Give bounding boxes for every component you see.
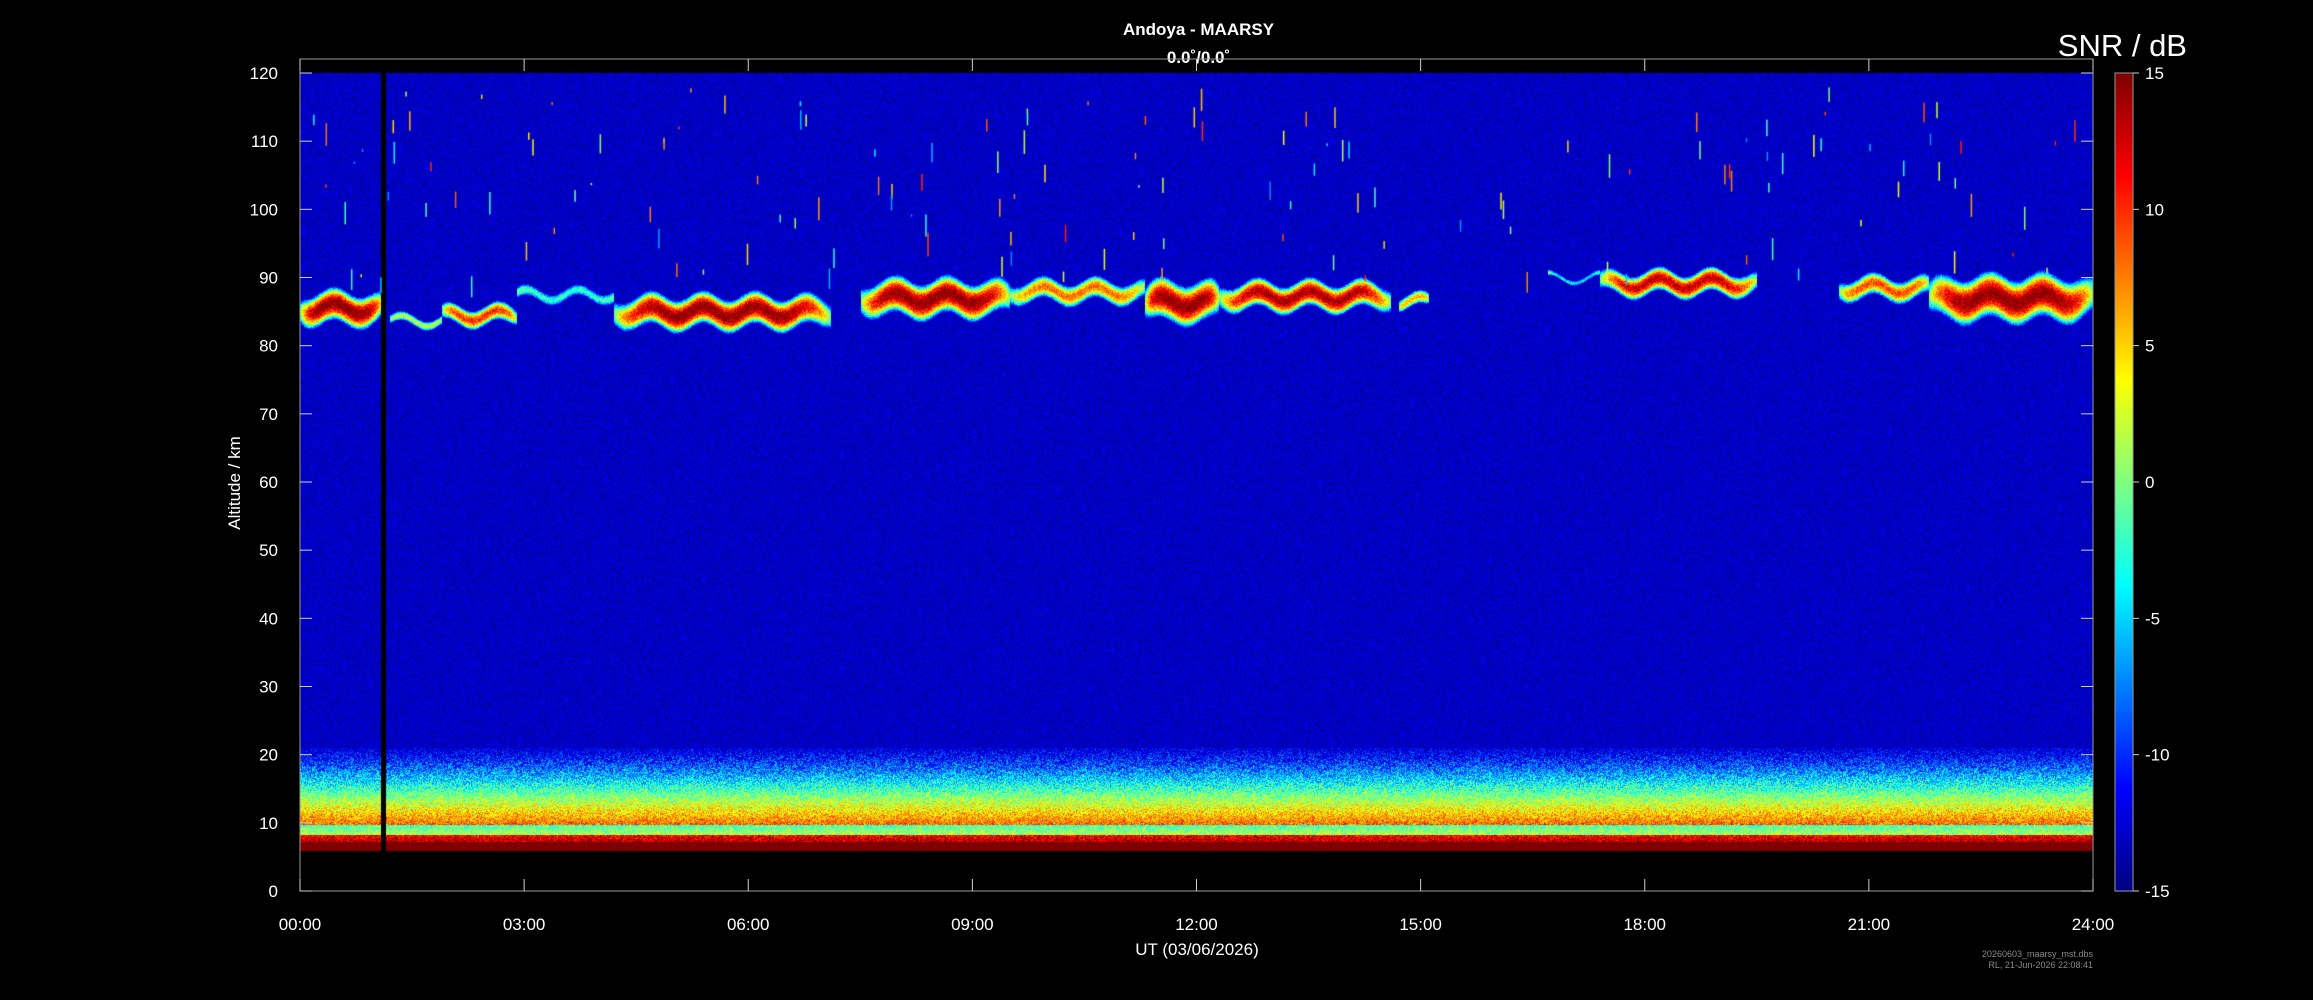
y-axis-label: Altitude / km (225, 436, 244, 530)
x-tick-label: 24:00 (2072, 915, 2115, 934)
colorbar-tick-label: -5 (2145, 609, 2160, 628)
x-axis-label: UT (03/06/2026) (1135, 940, 1258, 959)
y-tick-label: 30 (259, 678, 278, 697)
x-tick-label: 00:00 (279, 915, 322, 934)
footer-created: RL, 21-Jun-2026 22:08:41 (1988, 960, 2093, 970)
colorbar-tick-label: 0 (2145, 473, 2154, 492)
y-tick-label: 120 (250, 64, 278, 83)
x-tick-label: 15:00 (1399, 915, 1442, 934)
y-tick-label: 0 (269, 882, 278, 901)
y-tick-label: 110 (251, 132, 278, 151)
chart-axes: 00:00 03:00 06:00 09:00 12:00 15:00 18:00 21:00… (225, 58, 2170, 959)
y-tick-label: 70 (259, 405, 278, 424)
y-tick-label: 20 (259, 746, 278, 765)
x-tick-label: 06:00 (727, 915, 770, 934)
file-info-footer: 20260603_maarsy_mst.dbs RL, 21-Jun-2026 … (1900, 949, 2093, 971)
y-tick-label: 40 (259, 609, 278, 628)
footer-filename: 20260603_maarsy_mst.dbs (1981, 949, 2093, 959)
y-tick-label: 90 (259, 269, 278, 288)
y-tick-label: 80 (259, 337, 278, 356)
x-tick-label: 03:00 (503, 915, 546, 934)
colorbar-tick-label: -10 (2145, 746, 2170, 765)
x-tick-label: 18:00 (1623, 915, 1666, 934)
colorbar-tick-label: 5 (2145, 337, 2154, 356)
colorbar-frame (2114, 72, 2134, 892)
plot-frame (299, 58, 2094, 892)
y-tick-label: 60 (259, 473, 278, 492)
x-tick-label: 09:00 (951, 915, 994, 934)
colorbar-tick-label: 15 (2145, 64, 2164, 83)
x-tick-label: 12:00 (1175, 915, 1218, 934)
colorbar-tick-label: 10 (2145, 200, 2164, 219)
colorbar-tick-label: -15 (2145, 882, 2170, 901)
y-tick-label: 50 (259, 541, 278, 560)
y-tick-label: 10 (259, 814, 278, 833)
tick-group: 00:00 03:00 06:00 09:00 12:00 15:00 18:00 21:00… (250, 58, 2170, 934)
x-tick-label: 21:00 (1848, 915, 1891, 934)
y-tick-label: 100 (250, 200, 278, 219)
